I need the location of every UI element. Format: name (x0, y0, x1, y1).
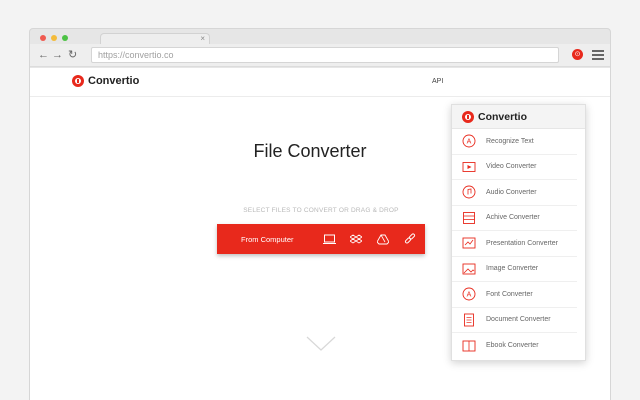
site-header: Convertio API (30, 68, 610, 97)
nav-link-api[interactable]: API (432, 78, 443, 85)
forward-arrow-icon[interactable]: → (52, 48, 63, 62)
convertio-extension-icon[interactable]: ⊙ (572, 49, 583, 60)
popup-menu-item-label: Achive Converter (486, 214, 540, 222)
ocr-icon: A (462, 134, 476, 148)
reload-icon[interactable]: ↻ (68, 48, 77, 62)
popup-menu-item-label: Document Converter (486, 316, 551, 324)
image-icon (462, 262, 476, 276)
upload-hint: SELECT FILES TO CONVERT OR DRAG & DROP (243, 207, 399, 214)
address-bar[interactable]: https://convertio.co (91, 47, 559, 63)
page-content: Convertio API File Converter SELECT FILE… (30, 68, 610, 400)
minimize-window-button[interactable] (51, 35, 57, 41)
popup-menu-item-label: Presentation Converter (486, 239, 558, 247)
browser-menu-icon[interactable] (592, 48, 604, 60)
tab-strip: × (30, 29, 610, 45)
close-window-button[interactable] (40, 35, 46, 41)
popup-menu-item[interactable]: Achive Converter (452, 206, 577, 231)
upload-button-bar: From Computer (217, 224, 425, 254)
dropbox-icon[interactable] (349, 232, 363, 246)
popup-menu-item[interactable]: A Font Converter (452, 282, 577, 308)
svg-text:A: A (467, 139, 472, 146)
svg-text:A: A (467, 292, 472, 299)
archive-icon (462, 211, 476, 225)
convertio-logo-icon (462, 110, 474, 123)
scroll-down-chevron-icon[interactable] (306, 336, 336, 357)
maximize-window-button[interactable] (62, 35, 68, 41)
tab-close-icon[interactable]: × (200, 33, 205, 44)
popup-brand-name: Convertio (478, 110, 528, 123)
document-icon (462, 313, 476, 327)
popup-menu-item-label: Audio Converter (486, 188, 537, 196)
popup-menu-item-label: Image Converter (486, 265, 539, 273)
back-arrow-icon[interactable]: ← (38, 48, 49, 62)
computer-icon[interactable] (322, 232, 336, 246)
browser-toolbar: ← → ↻ https://convertio.co ⊙ (30, 44, 610, 67)
popup-menu-item[interactable]: Ebook Converter (452, 333, 577, 359)
google-drive-icon[interactable] (376, 232, 390, 246)
brand-name: Convertio (88, 75, 140, 87)
popup-menu-item[interactable]: Document Converter (452, 308, 577, 333)
popup-menu-item[interactable]: A Recognize Text (452, 129, 577, 155)
presentation-icon (462, 236, 476, 250)
video-icon (462, 160, 476, 174)
popup-menu-item[interactable]: Video Converter (452, 155, 577, 180)
popup-menu-item-label: Ebook Converter (486, 342, 539, 350)
ebook-icon (462, 339, 476, 353)
from-computer-button[interactable]: From Computer (241, 235, 309, 244)
convertio-logo-icon (72, 75, 84, 87)
popup-menu-item[interactable]: Image Converter (452, 257, 577, 282)
popup-header: Convertio (452, 105, 585, 129)
url-link-icon[interactable] (403, 232, 417, 246)
popup-menu-item-label: Video Converter (486, 163, 537, 171)
site-logo[interactable]: Convertio (72, 75, 139, 87)
popup-menu-item-label: Font Converter (486, 290, 533, 298)
popup-menu-item[interactable]: Presentation Converter (452, 231, 577, 257)
popup-menu-item-label: Recognize Text (486, 137, 534, 145)
font-icon: A (462, 287, 476, 301)
browser-window: × ← → ↻ https://convertio.co ⊙ Convertio… (29, 28, 611, 400)
extension-popup-menu: Convertio A Recognize Text Video Converter… (451, 104, 586, 361)
audio-icon (462, 185, 476, 199)
popup-menu-item[interactable]: Audio Converter (452, 180, 577, 206)
